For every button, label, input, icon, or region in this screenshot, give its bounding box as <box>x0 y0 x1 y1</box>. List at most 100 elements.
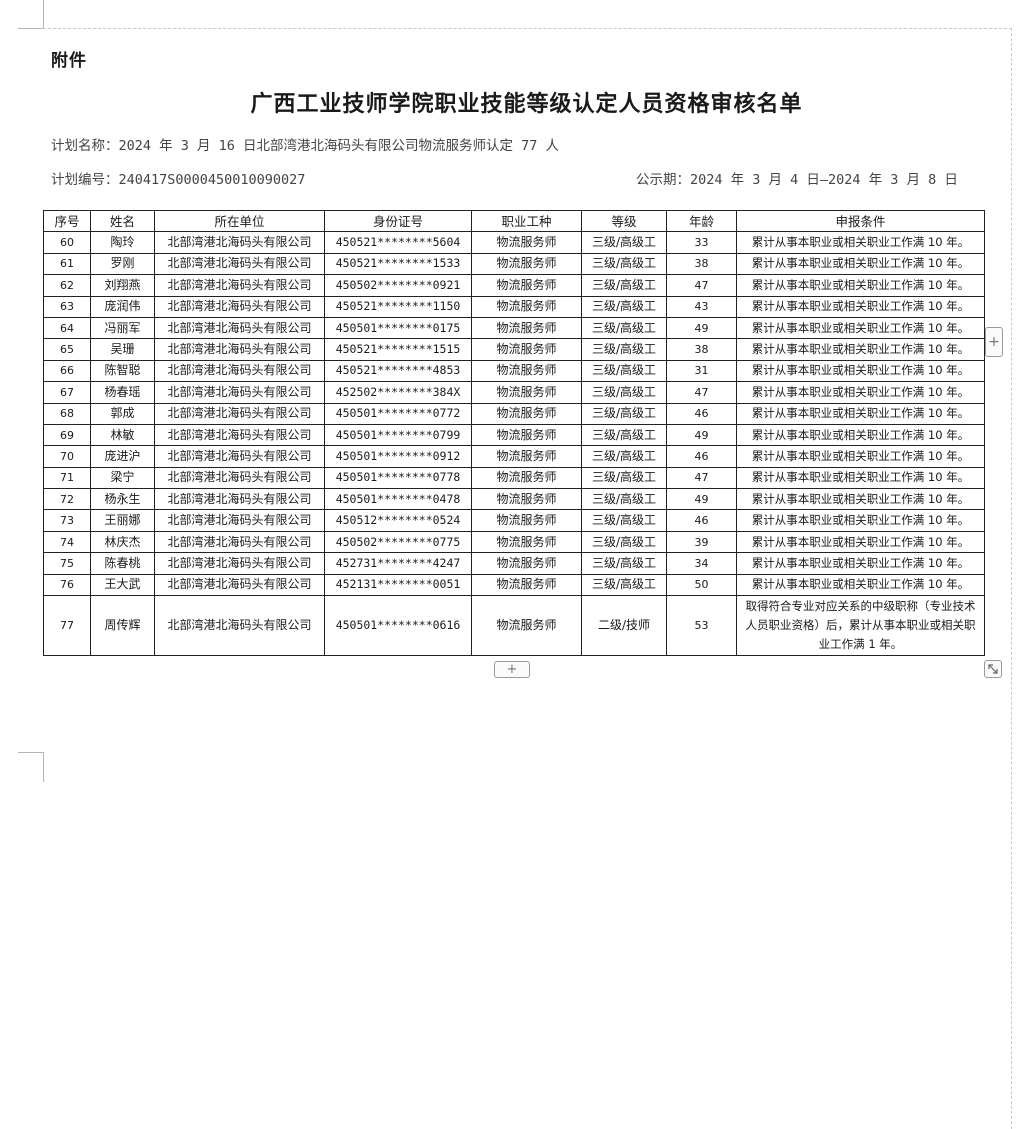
cell-seq: 66 <box>43 359 91 383</box>
table-row: 70 庞进沪 北部湾港北海码头有限公司 450501********0912 物流服务师… <box>43 445 985 468</box>
cell-id-number: 450501********0912 <box>324 445 472 468</box>
document-title: 广西工业技师学院职业技能等级认定人员资格审核名单 <box>250 91 803 117</box>
cell-occupation: 物流服务师 <box>471 231 582 254</box>
cell-level: 三级/高级工 <box>581 381 667 404</box>
cell-occupation: 物流服务师 <box>471 316 582 340</box>
cell-level: 三级/高级工 <box>581 295 667 318</box>
table-row: 60 陶玲 北部湾港北海码头有限公司 450521********5604 物流服务师三… <box>43 231 985 254</box>
cell-occupation: 物流服务师 <box>471 402 582 425</box>
cell-employer: 北部湾港北海码头有限公司 <box>154 573 325 597</box>
cell-age: 33 <box>666 231 737 254</box>
cell-conditions: 累计从事本职业或相关职业工作满 10 年。 <box>736 530 985 554</box>
header-level: 等级 <box>581 209 667 233</box>
cell-id-number: 450501********0778 <box>324 466 472 490</box>
table-row: 72 杨永生 北部湾港北海码头有限公司 450501********0478 物流服务师… <box>43 488 985 511</box>
cell-conditions: 累计从事本职业或相关职业工作满 10 年。 <box>736 402 985 425</box>
header-name: 姓名 <box>90 209 155 233</box>
cell-occupation: 物流服务师 <box>471 488 582 511</box>
cell-employer: 北部湾港北海码头有限公司 <box>154 552 325 575</box>
table-row: 71 梁宁 北部湾港北海码头有限公司 450501********0778 物流服务师三… <box>43 466 985 490</box>
header-age: 年龄 <box>666 209 737 233</box>
cell-conditions: 累计从事本职业或相关职业工作满 10 年。 <box>736 423 985 447</box>
cell-conditions: 累计从事本职业或相关职业工作满 10 年。 <box>736 231 985 254</box>
cell-age: 34 <box>666 552 737 575</box>
add-row-button[interactable]: + <box>494 661 530 678</box>
cell-name: 周传辉 <box>90 595 155 657</box>
table-row: 68 郭成 北部湾港北海码头有限公司 450501********0772 物流服务师三… <box>43 402 985 425</box>
cell-age: 50 <box>666 573 737 597</box>
plan-id-label: 计划编号： <box>51 172 119 188</box>
cell-id-number: 450521********1515 <box>324 338 472 361</box>
publicity-period-line: 公示期：2024 年 3 月 4 日—2024 年 3 月 8 日 <box>636 168 958 188</box>
cell-id-number: 450501********0616 <box>324 595 472 657</box>
cell-occupation: 物流服务师 <box>471 359 582 383</box>
table-row: 64 冯丽军 北部湾港北海码头有限公司 450501********0175 物流服务师… <box>43 316 985 340</box>
cell-name: 庞润伟 <box>90 295 155 318</box>
cell-occupation: 物流服务师 <box>471 252 582 276</box>
cell-employer: 北部湾港北海码头有限公司 <box>154 595 325 657</box>
cell-id-number: 450521********1150 <box>324 295 472 318</box>
cell-seq: 71 <box>43 466 91 490</box>
cell-conditions: 累计从事本职业或相关职业工作满 10 年。 <box>736 466 985 490</box>
plan-name-label: 计划名称： <box>51 138 119 154</box>
cell-name: 庞进沪 <box>90 445 155 468</box>
plan-name-line: 计划名称：2024 年 3 月 16 日北部湾港北海码头有限公司物流服务师认定 … <box>51 134 559 154</box>
cell-seq: 76 <box>43 573 91 597</box>
cell-name: 王大武 <box>90 573 155 597</box>
cell-employer: 北部湾港北海码头有限公司 <box>154 252 325 276</box>
cell-age: 38 <box>666 252 737 276</box>
cell-age: 47 <box>666 274 737 297</box>
cell-level: 三级/高级工 <box>581 402 667 425</box>
cell-name: 冯丽军 <box>90 316 155 340</box>
cell-occupation: 物流服务师 <box>471 381 582 404</box>
cell-name: 杨春瑶 <box>90 381 155 404</box>
table-resize-handle[interactable] <box>984 660 1002 678</box>
cell-occupation: 物流服务师 <box>471 423 582 447</box>
page-corner-guide-top-left-v <box>43 0 44 28</box>
cell-occupation: 物流服务师 <box>471 338 582 361</box>
cell-age: 46 <box>666 509 737 532</box>
cell-level: 三级/高级工 <box>581 509 667 532</box>
cell-seq: 77 <box>43 595 91 657</box>
cell-name: 陶玲 <box>90 231 155 254</box>
cell-age: 49 <box>666 488 737 511</box>
cell-conditions: 累计从事本职业或相关职业工作满 10 年。 <box>736 316 985 340</box>
cell-occupation: 物流服务师 <box>471 274 582 297</box>
cell-name: 刘翔燕 <box>90 274 155 297</box>
table-row: 66 陈智聪 北部湾港北海码头有限公司 450521********4853 物流服务师… <box>43 359 985 383</box>
cell-occupation: 物流服务师 <box>471 445 582 468</box>
cell-level: 三级/高级工 <box>581 445 667 468</box>
cell-name: 陈智聪 <box>90 359 155 383</box>
cell-employer: 北部湾港北海码头有限公司 <box>154 402 325 425</box>
cell-employer: 北部湾港北海码头有限公司 <box>154 274 325 297</box>
cell-seq: 60 <box>43 231 91 254</box>
cell-age: 39 <box>666 530 737 554</box>
cell-level: 三级/高级工 <box>581 488 667 511</box>
cell-id-number: 452731********4247 <box>324 552 472 575</box>
cell-seq: 70 <box>43 445 91 468</box>
cell-name: 林庆杰 <box>90 530 155 554</box>
table-body: 60 陶玲 北部湾港北海码头有限公司 450521********5604 物流服务师三… <box>43 231 985 657</box>
cell-conditions: 累计从事本职业或相关职业工作满 10 年。 <box>736 338 985 361</box>
table-row: 69 林敏 北部湾港北海码头有限公司 450501********0799 物流服务师三… <box>43 423 985 447</box>
cell-seq: 67 <box>43 381 91 404</box>
cell-occupation: 物流服务师 <box>471 466 582 490</box>
cell-seq: 64 <box>43 316 91 340</box>
cell-age: 47 <box>666 381 737 404</box>
cell-employer: 北部湾港北海码头有限公司 <box>154 316 325 340</box>
cell-level: 三级/高级工 <box>581 359 667 383</box>
table-row: 67 杨春瑶 北部湾港北海码头有限公司 452502********384X 物流服务师… <box>43 381 985 404</box>
cell-age: 47 <box>666 466 737 490</box>
cell-name: 林敏 <box>90 423 155 447</box>
cell-seq: 75 <box>43 552 91 575</box>
table-row: 62 刘翔燕 北部湾港北海码头有限公司 450502********0921 物流服务师… <box>43 274 985 297</box>
cell-age: 49 <box>666 316 737 340</box>
cell-conditions: 累计从事本职业或相关职业工作满 10 年。 <box>736 445 985 468</box>
cell-age: 31 <box>666 359 737 383</box>
cell-id-number: 450521********4853 <box>324 359 472 383</box>
cell-conditions: 累计从事本职业或相关职业工作满 10 年。 <box>736 359 985 383</box>
add-column-button[interactable]: + <box>985 327 1003 357</box>
cell-seq: 69 <box>43 423 91 447</box>
table-row: 73 王丽娜 北部湾港北海码头有限公司 450512********0524 物流服务师… <box>43 509 985 532</box>
resize-diagonal-icon <box>988 664 998 674</box>
